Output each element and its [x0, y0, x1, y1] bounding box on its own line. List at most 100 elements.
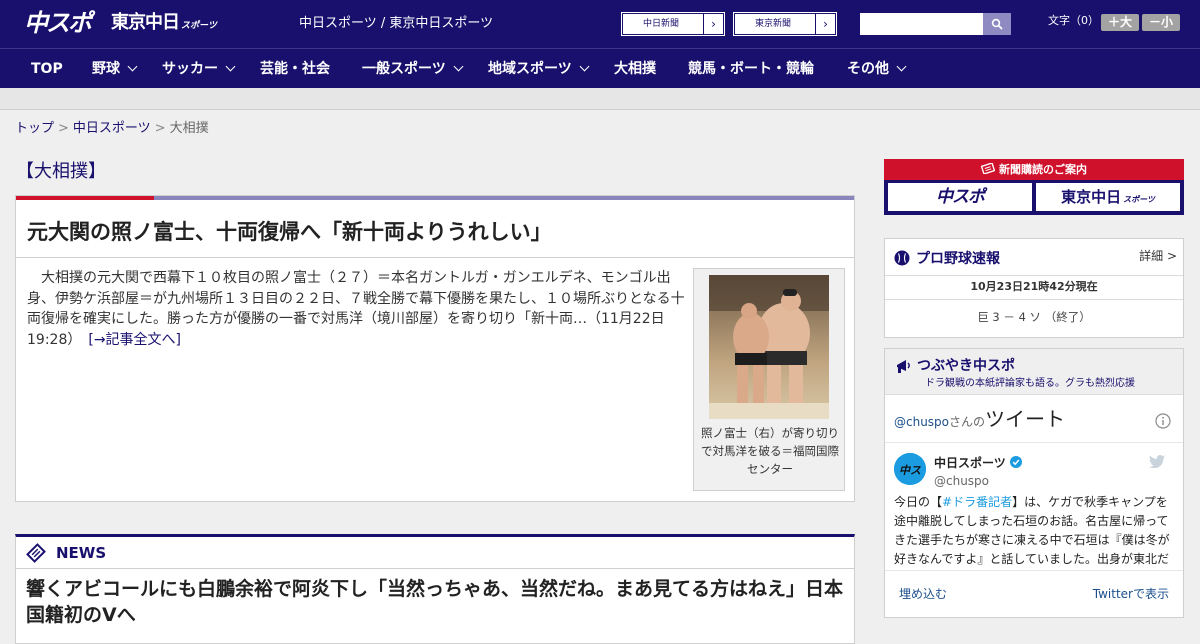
view-on-twitter-link[interactable]: Twitterで表示 [1093, 585, 1169, 602]
tokyo-logo-small: スポーツ [181, 21, 217, 31]
baseball-scores-widget: プロ野球速報 詳細 > 10月23日21時42分現在 巨 3 － 4 ソ （終了… [884, 238, 1184, 338]
twitter-widget-header: つぶやき中スポ ドラ観戦の本紙評論家も語る。グラも熱烈応援 [885, 349, 1183, 395]
article-headline[interactable]: 元大関の照ノ富士、十両復帰へ「新十両よりうれしい」 [27, 217, 847, 247]
verified-badge-icon [1009, 456, 1022, 468]
photo-caption: 照ノ富士（右）が寄り切りで対馬洋を破る＝福岡国際センター [701, 426, 839, 476]
svg-text:中ス: 中ス [899, 464, 921, 477]
tokyo-shimbun-link[interactable]: 東京新聞 › [734, 13, 836, 35]
tweet-body: 今日の【#ドラ番記者】は、ケガで秋季キャンプを途中離脱してしまった石垣のお話。名… [894, 493, 1176, 569]
chevron-down-icon [225, 61, 236, 72]
divider [885, 570, 1183, 571]
nav-item-label: 地域スポーツ [488, 61, 572, 77]
chevron-down-icon [896, 61, 907, 72]
twitter-bird-icon[interactable] [1149, 455, 1165, 468]
tokyo-chunichi-logo[interactable]: 東京中日 スポーツ [111, 12, 217, 37]
subscribe-tokyo-chunichi[interactable]: 東京中日 スポーツ [1036, 183, 1180, 211]
timeline-handle-suffix: さんの [949, 415, 986, 429]
font-larger-button[interactable]: ＋大 [1101, 14, 1139, 31]
featured-article: 元大関の照ノ富士、十両復帰へ「新十両よりうれしい」 大相撲の元大関で西幕下１０枚… [15, 195, 855, 502]
nav-item-label: 競馬・ボート・競輪 [688, 61, 814, 77]
search-button[interactable] [983, 13, 1011, 35]
news-section-title: NEWS [56, 544, 107, 562]
article-summary: 大相撲の元大関で西幕下１０枚目の照ノ富士（２７）＝本名ガントルガ・ガンエルデネ、… [27, 268, 687, 350]
hashtag-link[interactable]: #ドラ番記者 [942, 495, 1012, 509]
site-name: 中日スポーツ / 東京中日スポーツ [299, 16, 494, 31]
read-full-article-link[interactable]: [→記事全文へ] [88, 332, 181, 348]
baseball-detail-link[interactable]: 詳細 > [1139, 247, 1177, 264]
main-nav: TOP 野球 サッカー 芸能・社会 一般スポーツ 地域スポーツ 大相撲 競馬・ボ… [0, 48, 1200, 88]
timeline-handle-link[interactable]: @chuspo [894, 415, 949, 429]
subscription-title-bar: 新聞購読のご案内 [884, 159, 1184, 180]
nav-item-sumo[interactable]: 大相撲 [614, 49, 656, 89]
twitter-widget-subtitle: ドラ観戦の本紙評論家も語る。グラも熱烈応援 [925, 378, 1135, 389]
tweet-author-name[interactable]: 中日スポーツ [934, 455, 1022, 471]
tokyo-shimbun-label: 東京新聞 [755, 19, 792, 29]
nav-item-baseball[interactable]: 野球 [92, 49, 138, 89]
chunichi-shimbun-link[interactable]: 中日新聞 › [622, 13, 724, 35]
breadcrumb-current: 大相撲 [169, 121, 209, 136]
news-section: NEWS 響くアビコールにも白鵬余裕で阿炎下し「当然っちゃあ、当然だね。まあ見て… [15, 534, 855, 644]
news-headline[interactable]: 響くアビコールにも白鵬余裕で阿炎下し「当然っちゃあ、当然だね。まあ見てる方はねえ… [26, 576, 851, 628]
divider [885, 442, 1183, 443]
nav-item-label: 一般スポーツ [362, 61, 446, 77]
nav-item-top[interactable]: TOP [31, 49, 63, 89]
tweet-text-pre: 今日の【 [894, 495, 943, 509]
avatar[interactable]: 中ス [894, 453, 926, 485]
chunichi-shimbun-label: 中日新聞 [643, 19, 680, 29]
twitter-widget-title: つぶやき中スポ [917, 358, 1015, 374]
nav-item-regional-sports[interactable]: 地域スポーツ [488, 49, 590, 89]
breadcrumb-separator: > [58, 121, 69, 136]
divider [885, 275, 1183, 276]
chevron-right-icon: › [703, 14, 723, 34]
baseball-score[interactable]: 巨 3 － 4 ソ （終了） [885, 308, 1183, 326]
article-top-border [16, 196, 854, 200]
nav-item-label: その他 [847, 61, 889, 77]
tweets-word: ツイート [985, 407, 1066, 431]
nav-item-label: サッカー [162, 61, 218, 77]
breadcrumb-top-link[interactable]: トップ [15, 121, 54, 136]
sumo-photo[interactable] [709, 275, 829, 419]
megaphone-icon [897, 360, 910, 373]
breadcrumb-separator: > [154, 121, 166, 136]
nav-item-label: 芸能・社会 [260, 61, 330, 77]
info-icon[interactable] [1155, 413, 1171, 429]
embed-link[interactable]: 埋め込む [899, 585, 947, 602]
nav-item-general-sports[interactable]: 一般スポーツ [362, 49, 464, 89]
subscribe-tokyo-small: スポーツ [1123, 195, 1155, 204]
twitter-widget: つぶやき中スポ ドラ観戦の本紙評論家も語る。グラも熱烈応援 @chuspoさんの… [884, 348, 1184, 618]
divider [885, 299, 1183, 300]
chevron-down-icon [453, 61, 464, 72]
nav-item-soccer[interactable]: サッカー [162, 49, 236, 89]
nav-item-other[interactable]: その他 [847, 49, 907, 89]
font-smaller-button[interactable]: －小 [1142, 14, 1180, 31]
subscription-banner[interactable]: 新聞購読のご案内 中スポ 東京中日 スポーツ [884, 159, 1184, 215]
nav-item-label: 野球 [92, 61, 120, 77]
search-input[interactable] [860, 13, 983, 35]
font-size-label: 文字（0） [1048, 14, 1099, 27]
header-band [0, 88, 1200, 110]
newspaper-icon [980, 162, 996, 175]
article-photo: 照ノ富士（右）が寄り切りで対馬洋を破る＝福岡国際センター [693, 268, 845, 491]
tweets-by-line: @chuspoさんのツイート [894, 407, 1065, 434]
chuspo-logo[interactable]: 中スポ [24, 9, 92, 37]
tweet-author-text: 中日スポーツ [934, 456, 1006, 470]
chevron-right-icon: › [815, 14, 835, 34]
baseball-header: プロ野球速報 [894, 248, 1000, 268]
subscribe-chuspo[interactable]: 中スポ [888, 183, 1032, 211]
divider [16, 568, 854, 569]
newspaper-icon [26, 543, 46, 563]
tweet-author-handle: @chuspo [934, 474, 990, 488]
news-header: NEWS [26, 541, 106, 565]
nav-item-label: 大相撲 [614, 61, 656, 77]
subscribe-tokyo-text: 東京中日 [1061, 188, 1122, 206]
search-icon [991, 18, 1003, 30]
divider [16, 257, 854, 258]
nav-item-entertainment[interactable]: 芸能・社会 [260, 49, 330, 89]
nav-item-racing[interactable]: 競馬・ボート・競輪 [688, 49, 814, 89]
breadcrumb: トップ > 中日スポーツ > 大相撲 [15, 120, 209, 138]
breadcrumb-section-link[interactable]: 中日スポーツ [73, 121, 151, 136]
baseball-title: プロ野球速報 [916, 251, 1000, 267]
tweet-text: 今日の【#ドラ番記者】は、ケガで秋季キャンプを途中離脱してしまった石垣のお話。名… [894, 493, 1176, 569]
baseball-update-time: 10月23日21時42分現在 [970, 280, 1098, 293]
tokyo-logo-text: 東京中日 [111, 12, 180, 33]
